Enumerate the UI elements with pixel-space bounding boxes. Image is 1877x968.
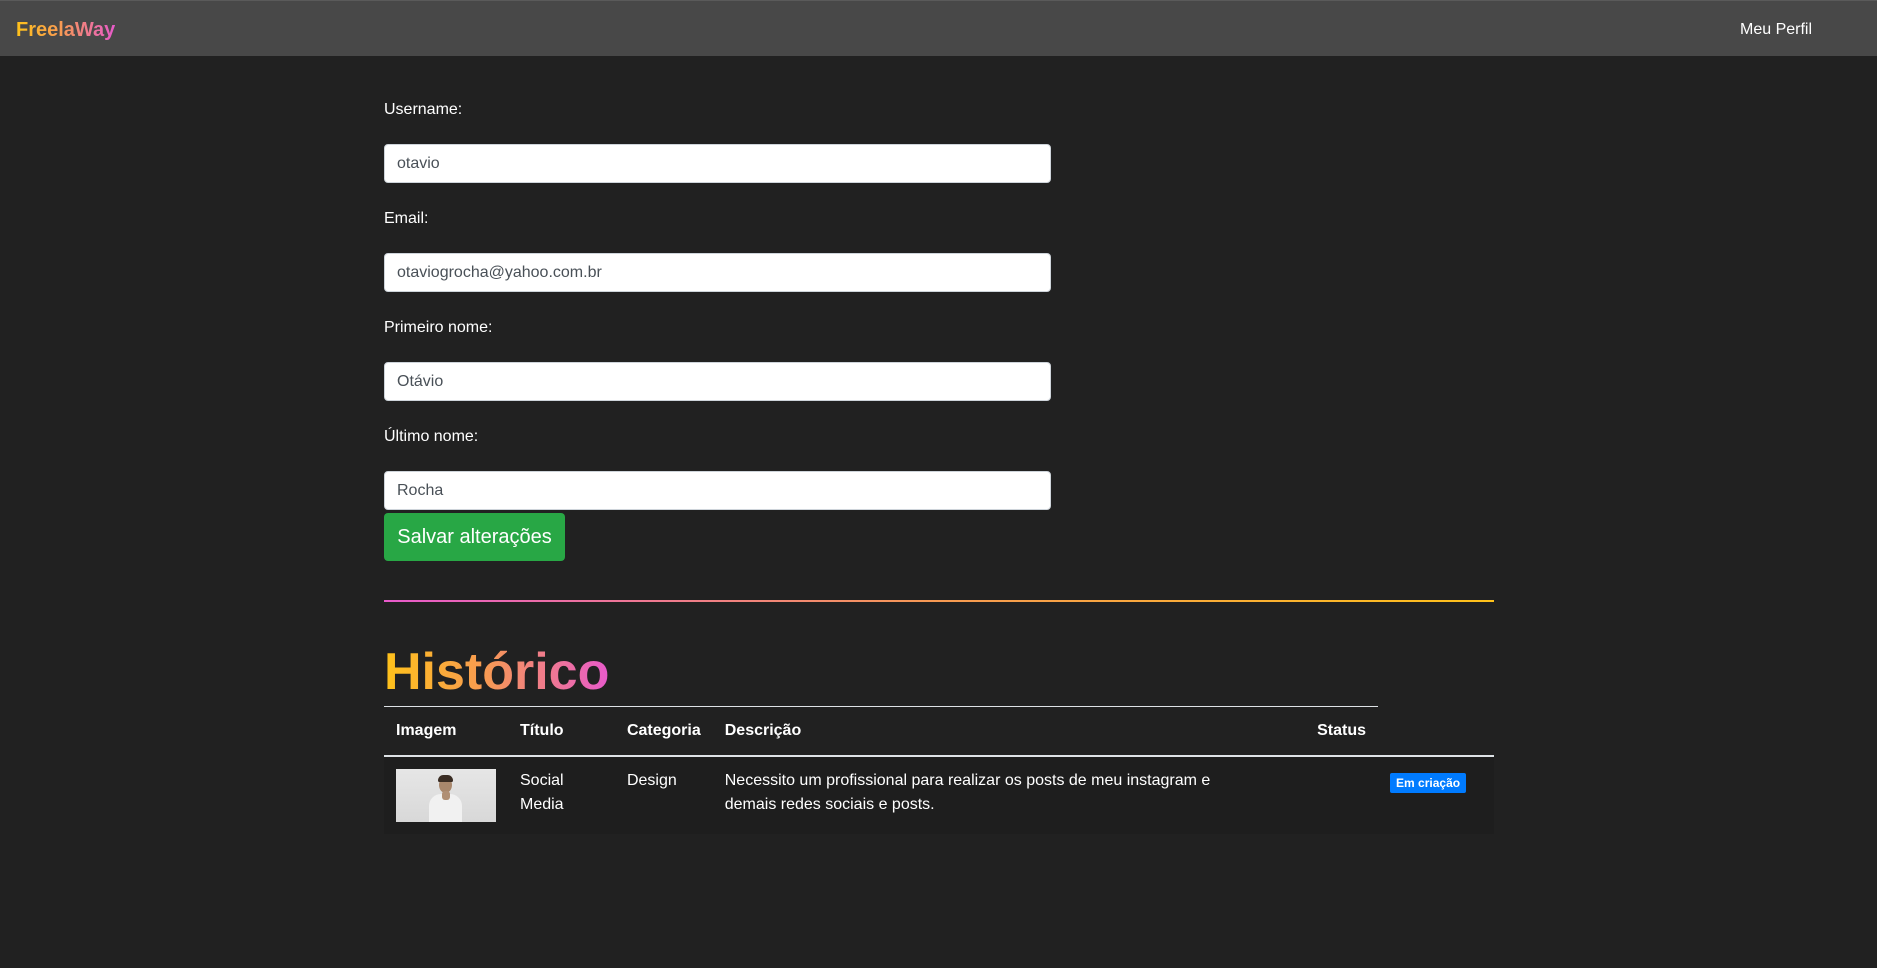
top-navbar: FreelaWay Meu Perfil [0,0,1877,56]
row-description: Necessito um profissional para realizar … [712,755,1278,834]
history-table: Imagem Título Categoria Descrição Status… [384,706,1494,834]
username-label: Username: [384,101,463,118]
first-name-label: Primeiro nome: [384,319,493,336]
column-header-status: Status [1277,706,1379,757]
profile-form: Username: Email: Primeiro nome: Último n… [384,100,1051,536]
first-name-input[interactable] [384,362,1051,401]
save-changes-button[interactable]: Salvar alterações [384,513,565,561]
email-label: Email: [384,210,429,227]
gradient-divider [384,600,1494,602]
row-image-cell [384,755,508,834]
last-name-label: Último nome: [384,428,479,445]
history-table-header: Imagem Título Categoria Descrição Status [384,706,1494,757]
column-header-image: Imagem [384,706,508,757]
column-header-spacer [1378,706,1494,757]
row-status-cell: Em criação [1378,755,1494,834]
nav-link-meu-perfil[interactable]: Meu Perfil [1740,20,1812,40]
table-row[interactable]: Social Media Design Necessito um profiss… [384,755,1494,834]
last-name-input[interactable] [384,471,1051,510]
row-category: Design [614,755,713,834]
brand-logo[interactable]: FreelaWay [16,18,115,42]
row-title: Social Media [508,755,615,834]
column-header-category: Categoria [614,706,713,757]
row-status-empty [1277,755,1379,834]
history-title: Histórico [384,640,609,704]
email-input[interactable] [384,253,1051,292]
status-badge: Em criação [1390,772,1467,793]
column-header-title: Título [508,706,615,757]
project-thumbnail [396,768,496,822]
username-input[interactable] [384,144,1051,183]
column-header-description: Descrição [712,706,1278,757]
